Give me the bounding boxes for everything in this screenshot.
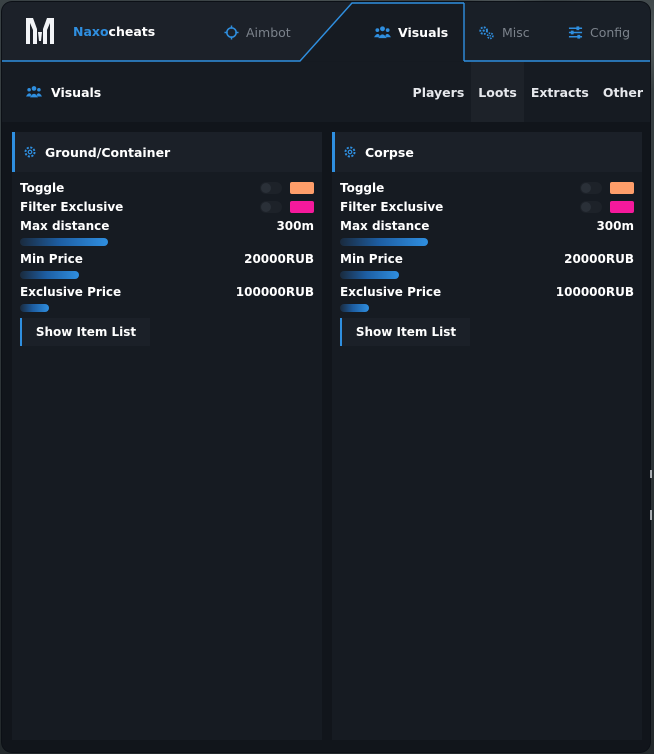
max-distance-row: Max distance 300m xyxy=(340,218,634,234)
cheat-menu-window: Naxocheats Aimbot Visuals Misc Config Vi… xyxy=(2,2,650,752)
subtab-list: Players Loots Extracts Other xyxy=(406,62,650,122)
gear-icon xyxy=(344,146,356,158)
panel-ground-container: Ground/Container Toggle Filter Exclusive… xyxy=(12,132,322,740)
tab-visuals-label: Visuals xyxy=(398,24,449,40)
max-distance-value: 300m xyxy=(276,219,314,233)
subtab-extracts[interactable]: Extracts xyxy=(524,62,596,122)
tab-config-label: Config xyxy=(590,24,631,40)
tab-aimbot-label: Aimbot xyxy=(246,24,291,40)
max-distance-slider[interactable] xyxy=(340,238,634,248)
exclusive-price-row: Exclusive Price 100000RUB xyxy=(340,284,634,300)
exclusive-price-slider-fill xyxy=(340,304,370,312)
filter-exclusive-row: Filter Exclusive xyxy=(20,199,314,215)
show-item-list-button[interactable]: Show Item List xyxy=(340,318,470,346)
max-distance-value: 300m xyxy=(596,219,634,233)
toggle-color-swatch[interactable] xyxy=(290,182,314,194)
toggle-label: Toggle xyxy=(340,181,385,195)
min-price-value: 20000RUB xyxy=(244,252,314,266)
toggle-row: Toggle xyxy=(340,180,634,196)
toggle-row: Toggle xyxy=(20,180,314,196)
edge-marker xyxy=(650,470,652,520)
toggle-label: Toggle xyxy=(20,181,65,195)
min-price-label: Min Price xyxy=(340,252,403,266)
min-price-label: Min Price xyxy=(20,252,83,266)
brand-prefix: Naxo xyxy=(73,24,109,39)
show-item-list-button[interactable]: Show Item List xyxy=(20,318,150,346)
exclusive-price-label: Exclusive Price xyxy=(340,285,442,299)
section-title-label: Visuals xyxy=(51,84,102,100)
subtab-players[interactable]: Players xyxy=(406,62,472,122)
filter-exclusive-row: Filter Exclusive xyxy=(340,199,634,215)
max-distance-slider-fill xyxy=(340,238,429,246)
max-distance-row: Max distance 300m xyxy=(20,218,314,234)
min-price-row: Min Price 20000RUB xyxy=(20,251,314,267)
filter-exclusive-switch[interactable] xyxy=(580,201,602,213)
brand-name: Naxocheats xyxy=(73,24,155,39)
section-bar: Visuals Players Loots Extracts Other xyxy=(2,62,650,122)
toggle-switch[interactable] xyxy=(580,182,602,194)
brand-suffix: cheats xyxy=(108,24,156,39)
gear-icon xyxy=(24,146,36,158)
panel-header: Ground/Container xyxy=(12,132,322,172)
section-title: Visuals xyxy=(26,84,101,100)
subtab-loots[interactable]: Loots xyxy=(471,62,524,122)
exclusive-price-row: Exclusive Price 100000RUB xyxy=(20,284,314,300)
max-distance-slider-fill xyxy=(20,238,109,246)
min-price-slider-fill xyxy=(340,271,399,279)
max-distance-label: Max distance xyxy=(340,219,430,233)
gears-icon xyxy=(479,25,494,39)
filter-exclusive-label: Filter Exclusive xyxy=(340,200,444,214)
users-icon xyxy=(374,25,391,38)
tab-misc-label: Misc xyxy=(502,24,530,40)
tab-aimbot[interactable]: Aimbot xyxy=(224,20,291,44)
panel-title: Corpse xyxy=(365,144,414,160)
filter-exclusive-switch[interactable] xyxy=(260,201,282,213)
users-icon xyxy=(26,86,42,98)
panel-title: Ground/Container xyxy=(45,144,171,160)
min-price-slider[interactable] xyxy=(20,271,314,281)
min-price-slider-fill xyxy=(20,271,79,279)
tab-config[interactable]: Config xyxy=(568,20,630,44)
tab-misc[interactable]: Misc xyxy=(478,20,530,44)
min-price-slider[interactable] xyxy=(340,271,634,281)
filter-exclusive-color-swatch[interactable] xyxy=(290,201,314,213)
max-distance-slider[interactable] xyxy=(20,238,314,248)
toggle-color-swatch[interactable] xyxy=(610,182,634,194)
subtab-other[interactable]: Other xyxy=(596,62,650,122)
naxo-logo xyxy=(26,18,54,44)
exclusive-price-value: 100000RUB xyxy=(235,285,314,299)
exclusive-price-label: Exclusive Price xyxy=(20,285,122,299)
exclusive-price-slider-fill xyxy=(20,304,50,312)
exclusive-price-slider[interactable] xyxy=(20,304,314,314)
filter-exclusive-label: Filter Exclusive xyxy=(20,200,124,214)
panel-corpse: Corpse Toggle Filter Exclusive Max dista… xyxy=(332,132,642,740)
tab-visuals[interactable]: Visuals xyxy=(374,20,448,44)
panel-header: Corpse xyxy=(332,132,642,172)
exclusive-price-slider[interactable] xyxy=(340,304,634,314)
toggle-switch[interactable] xyxy=(260,182,282,194)
crosshair-icon xyxy=(224,24,239,40)
sliders-icon xyxy=(568,25,583,39)
content-area: Ground/Container Toggle Filter Exclusive… xyxy=(2,122,650,752)
header-bar: Naxocheats Aimbot Visuals Misc Config xyxy=(2,2,650,62)
max-distance-label: Max distance xyxy=(20,219,110,233)
filter-exclusive-color-swatch[interactable] xyxy=(610,201,634,213)
min-price-value: 20000RUB xyxy=(564,252,634,266)
min-price-row: Min Price 20000RUB xyxy=(340,251,634,267)
exclusive-price-value: 100000RUB xyxy=(555,285,634,299)
